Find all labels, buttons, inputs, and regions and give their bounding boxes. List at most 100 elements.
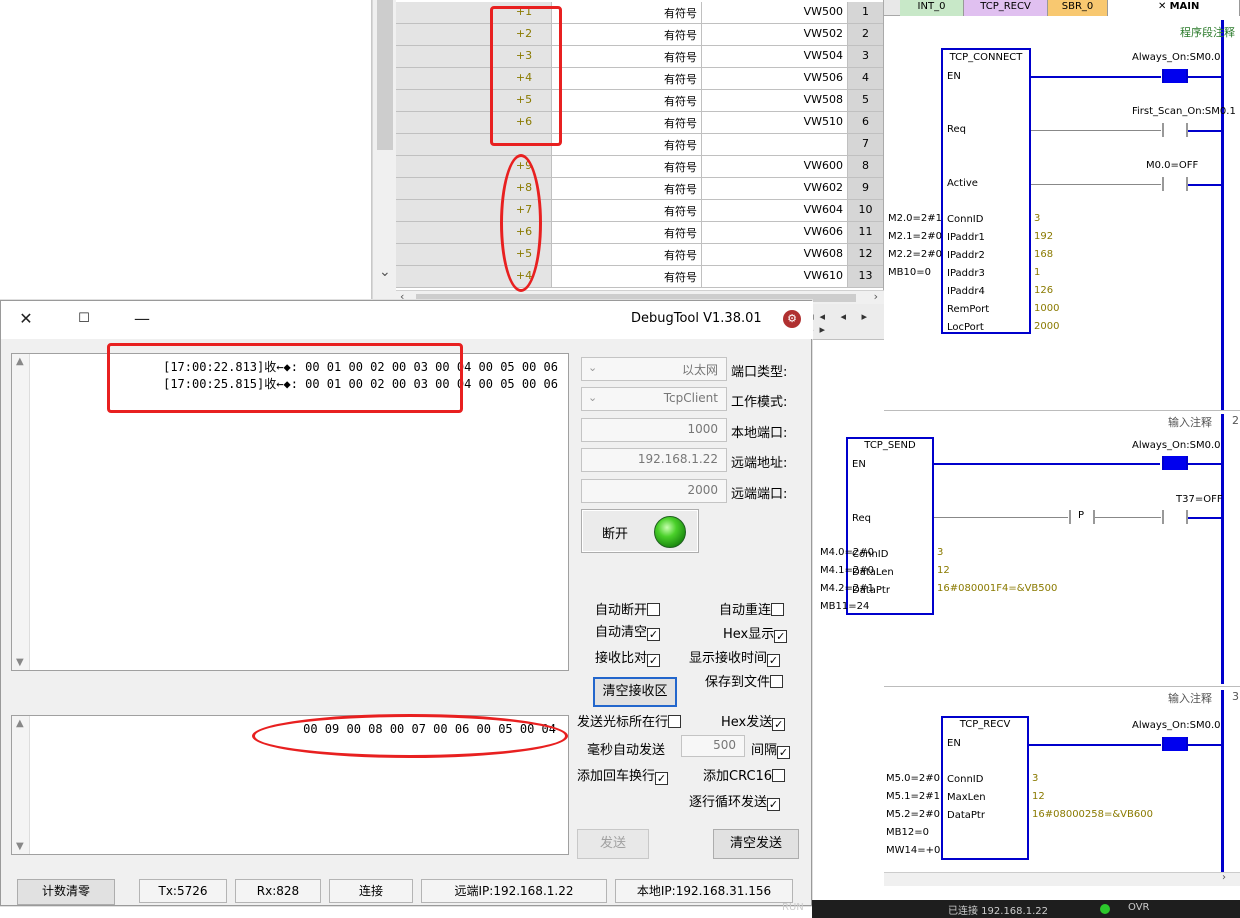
close-icon[interactable]: ✕ <box>13 307 39 331</box>
row-number: 2 <box>848 24 883 45</box>
format-cell[interactable]: 有符号 <box>552 200 702 221</box>
send-cursor-line-checkbox[interactable]: 发送光标所在行 <box>577 711 683 730</box>
table-row[interactable]: +1 有符号 VW500 1 <box>396 2 883 24</box>
chevron-down-icon[interactable]: ⌄ <box>379 264 391 280</box>
port-type-select[interactable]: ⌄ 以太网 <box>581 357 727 381</box>
table-row[interactable]: +5 有符号 VW508 5 <box>396 90 883 112</box>
tab-sbr0[interactable]: SBR_0 <box>1048 0 1108 16</box>
address-cell[interactable]: VW606 <box>702 222 848 243</box>
address-cell[interactable]: VW504 <box>702 46 848 67</box>
contact-first-scan[interactable] <box>1162 123 1188 137</box>
add-crc-checkbox[interactable]: 添加CRC16 <box>703 765 787 784</box>
hex-send-checkbox[interactable]: Hex发送 ✓ <box>721 711 787 731</box>
hex-display-checkbox[interactable]: Hex显示 ✓ <box>723 623 789 643</box>
table-row[interactable]: +3 有符号 VW504 3 <box>396 46 883 68</box>
chevron-up-icon[interactable]: ▲ <box>16 718 24 729</box>
format-cell[interactable]: 有符号 <box>552 24 702 45</box>
address-cell[interactable]: VW500 <box>702 2 848 23</box>
table-row[interactable]: +4 有符号 VW610 13 <box>396 266 883 288</box>
chevron-down-icon: ⌄ <box>588 391 598 404</box>
address-cell[interactable]: VW506 <box>702 68 848 89</box>
reset-count-button[interactable]: 计数清零 <box>17 879 115 905</box>
rung-line <box>1188 463 1222 465</box>
address-cell[interactable]: VW502 <box>702 24 848 45</box>
ladder-hscrollbar[interactable]: › <box>884 872 1240 886</box>
clear-send-button[interactable]: 清空发送 <box>713 829 799 859</box>
address-cell[interactable]: VW508 <box>702 90 848 111</box>
chevron-right-icon[interactable]: › <box>874 290 878 303</box>
save-to-file-checkbox[interactable]: 保存到文件 <box>705 671 785 690</box>
minimize-icon[interactable]: — <box>129 307 155 331</box>
auto-disconnect-checkbox[interactable]: 自动断开 <box>595 599 662 618</box>
chevron-right-icon[interactable]: › <box>1222 872 1226 883</box>
interval-field[interactable]: 500 <box>681 735 745 757</box>
auto-clear-checkbox[interactable]: 自动清空 ✓ <box>595 621 662 641</box>
remote-addr-field[interactable]: 192.168.1.22 <box>581 448 727 472</box>
vertical-scrollbar[interactable]: ⌄ <box>372 0 396 300</box>
table-row[interactable]: +2 有符号 VW502 2 <box>396 24 883 46</box>
contact-always-on[interactable] <box>1162 69 1188 83</box>
format-cell[interactable]: 有符号 <box>552 68 702 89</box>
chevron-down-icon[interactable]: ▼ <box>16 841 24 852</box>
format-cell[interactable]: 有符号 <box>552 244 702 265</box>
tcp-connect-block[interactable]: TCP_CONNECT EN Req Active ConnID IPaddr1… <box>941 48 1031 334</box>
chevron-down-icon[interactable]: ▼ <box>16 657 24 668</box>
format-cell[interactable]: 有符号 <box>552 178 702 199</box>
receive-scrollbar[interactable]: ▲ ▼ <box>12 354 30 670</box>
tab-main[interactable]: ✕ MAIN <box>1108 0 1240 16</box>
table-row[interactable]: +6 有符号 VW606 11 <box>396 222 883 244</box>
contact-always-on[interactable] <box>1162 737 1188 751</box>
format-cell[interactable]: 有符号 <box>552 134 702 155</box>
table-row[interactable]: +5 有符号 VW608 12 <box>396 244 883 266</box>
window-title: DebugTool V1.38.01 <box>631 311 762 326</box>
send-button[interactable]: 发送 <box>577 829 649 859</box>
loop-send-checkbox[interactable]: 逐行循环发送 ✓ <box>689 791 782 811</box>
address-cell[interactable]: VW602 <box>702 178 848 199</box>
recv-compare-checkbox[interactable]: 接收比对 ✓ <box>595 647 662 667</box>
format-cell[interactable]: 有符号 <box>552 156 702 177</box>
tab-tcp-recv[interactable]: TCP_RECV <box>964 0 1048 16</box>
disconnect-button[interactable]: 断开 <box>581 509 699 553</box>
auto-reconnect-checkbox[interactable]: 自动重连 <box>719 599 786 618</box>
pulse-contact[interactable]: P <box>1069 510 1095 524</box>
format-cell[interactable]: 有符号 <box>552 90 702 111</box>
table-row[interactable]: 有符号 7 <box>396 134 883 156</box>
contact-m00[interactable] <box>1162 177 1188 191</box>
work-mode-select[interactable]: ⌄ TcpClient <box>581 387 727 411</box>
table-row[interactable]: +6 有符号 VW510 6 <box>396 112 883 134</box>
local-port-field[interactable]: 1000 <box>581 418 727 442</box>
rx-count: Rx:828 <box>235 879 321 903</box>
title-bar[interactable]: ✕ ☐ — DebugTool V1.38.01 ⚙ <box>1 301 813 339</box>
row-number: 13 <box>848 266 883 287</box>
address-cell[interactable]: VW510 <box>702 112 848 133</box>
format-cell[interactable]: 有符号 <box>552 222 702 243</box>
format-cell[interactable]: 有符号 <box>552 112 702 133</box>
chevron-up-icon[interactable]: ▲ <box>16 356 24 367</box>
tcp-recv-block[interactable]: TCP_RECV EN ConnID MaxLen DataPtr <box>941 716 1029 860</box>
show-time-checkbox[interactable]: 显示接收时间 ✓ <box>689 647 782 667</box>
maximize-icon[interactable]: ☐ <box>71 307 97 331</box>
format-cell[interactable]: 有符号 <box>552 2 702 23</box>
address-cell[interactable] <box>702 134 848 155</box>
table-row[interactable]: +7 有符号 VW604 10 <box>396 200 883 222</box>
format-cell[interactable]: 有符号 <box>552 46 702 67</box>
address-cell[interactable]: VW604 <box>702 200 848 221</box>
address-cell[interactable]: VW608 <box>702 244 848 265</box>
remote-port-field[interactable]: 2000 <box>581 479 727 503</box>
send-scrollbar[interactable]: ▲ ▼ <box>12 716 30 854</box>
scroll-thumb[interactable] <box>377 0 393 150</box>
sheet-nav-arrows[interactable]: ◂◂ ◂ ▸ ▸▸ <box>808 310 888 336</box>
address-cell[interactable]: VW610 <box>702 266 848 287</box>
format-cell[interactable]: 有符号 <box>552 266 702 287</box>
table-row[interactable]: +9 有符号 VW600 8 <box>396 156 883 178</box>
table-row[interactable]: +8 有符号 VW602 9 <box>396 178 883 200</box>
contact-t37[interactable] <box>1162 510 1188 524</box>
address-cell[interactable]: VW600 <box>702 156 848 177</box>
add-newline-checkbox[interactable]: 添加回车换行 ✓ <box>577 765 670 785</box>
interval-checkbox[interactable]: 间隔 ✓ <box>751 739 792 759</box>
contact-always-on[interactable] <box>1162 456 1188 470</box>
close-icon[interactable]: ✕ <box>1158 1 1170 12</box>
table-row[interactable]: +4 有符号 VW506 4 <box>396 68 883 90</box>
clear-receive-button[interactable]: 清空接收区 <box>593 677 677 707</box>
tab-int0[interactable]: INT_0 <box>900 0 964 16</box>
